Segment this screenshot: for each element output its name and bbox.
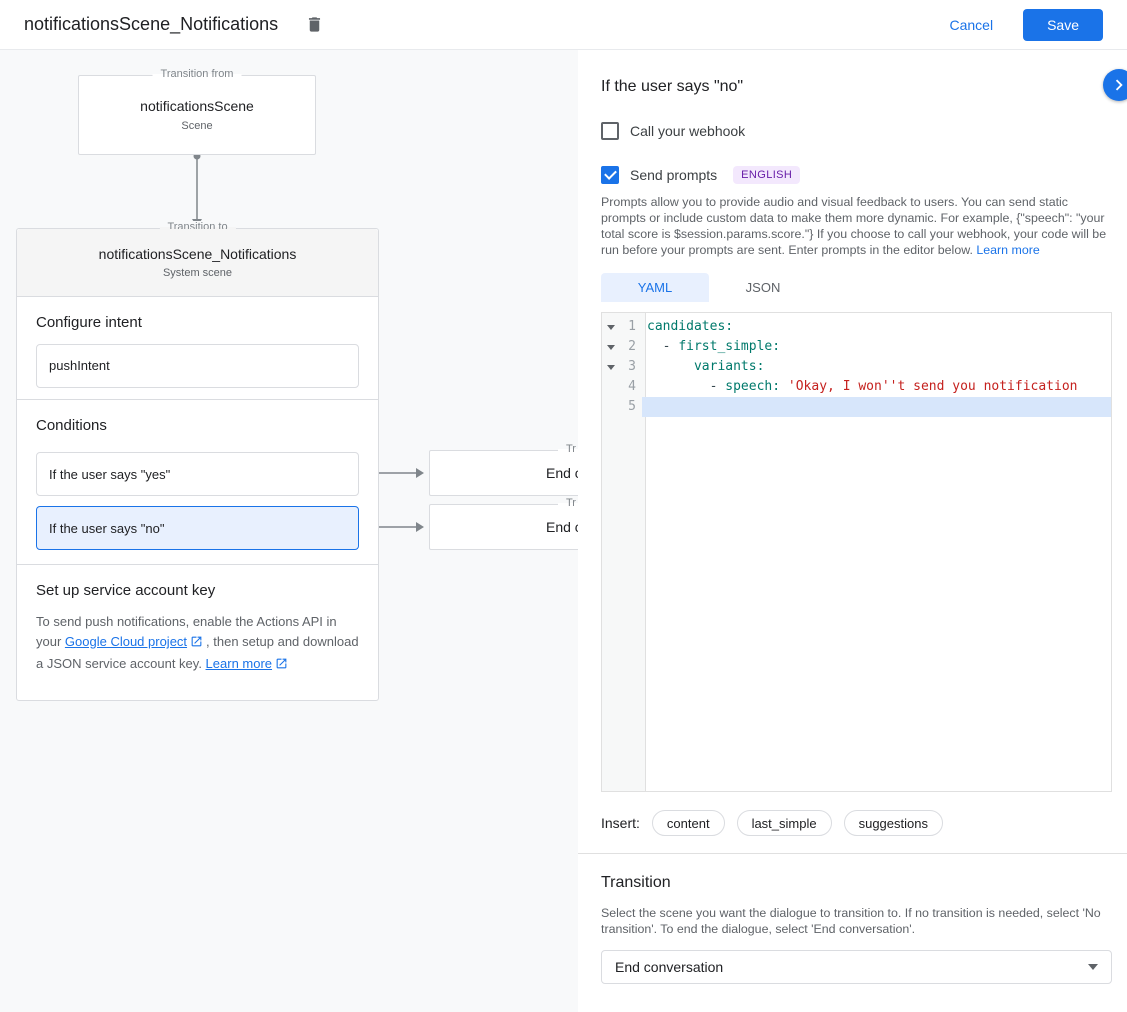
service-account-text: To send push notifications, enable the A…: [36, 612, 364, 676]
line-number: 5: [620, 397, 642, 417]
line-number: 2: [620, 337, 642, 357]
scene-card: Transition to notificationsScene_Notific…: [16, 228, 379, 701]
tab-json[interactable]: JSON: [709, 273, 817, 302]
learn-more-link[interactable]: Learn more: [206, 656, 272, 671]
insert-last-simple-button[interactable]: last_simple: [737, 810, 832, 836]
external-link-icon: [190, 634, 203, 654]
insert-row: Insert: content last_simple suggestions: [601, 810, 1112, 836]
conditions-section: Conditions If the user says "yes" If the…: [17, 400, 378, 565]
intent-pushintent[interactable]: pushIntent: [36, 344, 359, 388]
fold-toggle-icon[interactable]: [602, 317, 620, 337]
insert-content-button[interactable]: content: [652, 810, 725, 836]
insert-suggestions-button[interactable]: suggestions: [844, 810, 943, 836]
code-line: 4 - speech: 'Okay, I won''t send you not…: [602, 377, 1111, 397]
transition-heading: Transition: [601, 874, 1112, 892]
line-number: 4: [620, 377, 642, 397]
code-line: 2 - first_simple:: [602, 337, 1111, 357]
fold-toggle-icon[interactable]: [602, 337, 620, 357]
delete-scene-button[interactable]: [300, 11, 328, 39]
app-header: notificationsScene_Notifications Cancel …: [0, 0, 1127, 50]
prompts-row: Send prompts ENGLISH: [601, 166, 1112, 184]
chevron-right-icon: [1108, 74, 1127, 96]
scene-card-header: notificationsScene_Notifications System …: [17, 229, 378, 297]
editor-tabs: YAML JSON: [601, 273, 1112, 302]
code-line: 5: [602, 397, 1111, 417]
section-divider: [578, 853, 1127, 854]
fold-toggle-icon[interactable]: [602, 357, 620, 377]
service-account-section: Set up service account key To send push …: [17, 565, 378, 700]
collapse-panel-button[interactable]: [1103, 69, 1127, 101]
fold-gutter: [602, 397, 620, 417]
code-line: 1candidates:: [602, 317, 1111, 337]
code-line: 3 variants:: [602, 357, 1111, 377]
scene-card-subtitle: System scene: [17, 267, 378, 279]
from-node-subtitle: Scene: [181, 120, 212, 132]
configure-intent-heading: Configure intent: [36, 314, 359, 332]
prompts-description: Prompts allow you to provide audio and v…: [601, 194, 1112, 258]
prompts-learn-more-link[interactable]: Learn more: [976, 243, 1039, 257]
configure-intent-section: Configure intent pushIntent: [17, 297, 378, 400]
from-node-overline: Transition from: [153, 68, 242, 80]
conditions-heading: Conditions: [36, 417, 359, 435]
call-webhook-label: Call your webhook: [630, 123, 745, 139]
tab-yaml[interactable]: YAML: [601, 273, 709, 302]
send-prompts-checkbox[interactable]: [601, 166, 619, 184]
save-button[interactable]: Save: [1023, 9, 1103, 41]
condition-user-says-yes[interactable]: If the user says "yes": [36, 452, 359, 496]
condition-user-says-no[interactable]: If the user says "no": [36, 506, 359, 550]
call-webhook-checkbox[interactable]: [601, 122, 619, 140]
panel-title: If the user says "no": [601, 78, 1112, 96]
external-link-icon: [275, 656, 288, 676]
language-badge: ENGLISH: [733, 166, 800, 184]
code-editor[interactable]: 1candidates:2 - first_simple:3 variants:…: [601, 312, 1112, 792]
send-prompts-label: Send prompts: [630, 167, 717, 183]
webhook-row: Call your webhook: [601, 122, 1112, 140]
from-scene-node[interactable]: Transition from notificationsScene Scene: [78, 75, 316, 155]
end-conversation-node-1[interactable]: Tr End c: [429, 450, 578, 496]
from-node-title: notificationsScene: [140, 98, 254, 114]
line-number: 3: [620, 357, 642, 377]
scene-diagram-canvas: Transition from notificationsScene Scene…: [0, 50, 578, 1012]
fold-gutter: [602, 377, 620, 397]
cancel-button[interactable]: Cancel: [949, 17, 993, 33]
transition-select-value: End conversation: [615, 959, 723, 975]
service-account-heading: Set up service account key: [36, 582, 359, 600]
condition-editor-panel: If the user says "no" Call your webhook …: [578, 50, 1127, 1012]
line-number: 1: [620, 317, 642, 337]
transition-select[interactable]: End conversation: [601, 950, 1112, 984]
end-conversation-node-2[interactable]: Tr End c: [429, 504, 578, 550]
dropdown-caret-icon: [1088, 964, 1098, 970]
scene-card-title: notificationsScene_Notifications: [17, 246, 378, 262]
insert-label: Insert:: [601, 815, 640, 831]
trash-icon: [305, 15, 324, 34]
google-cloud-project-link[interactable]: Google Cloud project: [65, 634, 187, 649]
page-title: notificationsScene_Notifications: [24, 14, 278, 35]
transition-description: Select the scene you want the dialogue t…: [601, 905, 1112, 937]
